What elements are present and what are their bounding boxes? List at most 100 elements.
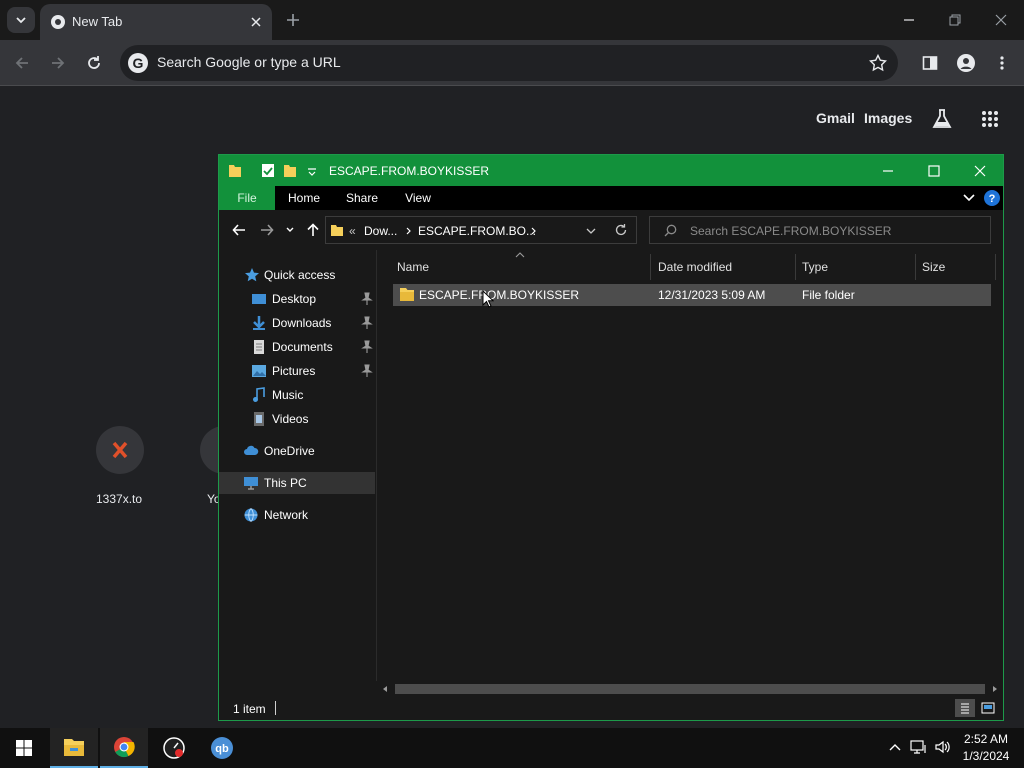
clock-time[interactable]: 2:52 AM <box>962 732 1010 746</box>
bookmark-star-button[interactable] <box>868 53 888 73</box>
large-icons-view-button[interactable] <box>978 699 998 717</box>
nav-quick-access[interactable]: Quick access <box>219 264 375 286</box>
images-link[interactable]: Images <box>864 110 912 126</box>
recent-locations-button[interactable] <box>283 220 297 240</box>
folder-icon <box>229 165 241 177</box>
column-header-name[interactable]: Name <box>397 260 429 274</box>
expand-ribbon-icon[interactable] <box>963 193 975 203</box>
properties-icon[interactable] <box>261 163 275 178</box>
explorer-forward-button[interactable] <box>257 220 277 240</box>
ribbon-tab-view[interactable]: View <box>393 186 443 210</box>
omnibox[interactable]: G Search Google or type a URL <box>120 45 898 81</box>
nav-videos[interactable]: Videos <box>219 408 375 430</box>
ribbon-tabs: File Home Share View ? <box>219 186 1003 210</box>
address-bar[interactable]: « Dow... ESCAPE.FROM.BO... <box>325 216 637 244</box>
omnibox-placeholder: Search Google or type a URL <box>157 54 341 70</box>
clock-date[interactable]: 1/3/2024 <box>962 749 1010 763</box>
address-overflow[interactable]: « <box>349 224 356 238</box>
chevron-down-icon[interactable] <box>586 227 596 235</box>
flask-icon <box>932 109 952 128</box>
arrow-up-icon <box>307 223 319 236</box>
star-icon <box>869 54 887 72</box>
refresh-icon[interactable] <box>614 223 628 237</box>
tab-close-button[interactable] <box>247 13 265 31</box>
column-divider[interactable] <box>650 254 651 280</box>
nav-network[interactable]: Network <box>219 504 375 526</box>
file-explorer-window: ESCAPE.FROM.BOYKISSER File Home Share Vi… <box>218 154 1004 721</box>
details-view-button[interactable] <box>955 699 975 717</box>
arrow-right-icon <box>261 224 274 236</box>
column-header-type[interactable]: Type <box>802 260 828 274</box>
explorer-maximize-button[interactable] <box>911 155 957 186</box>
column-divider[interactable] <box>995 254 996 280</box>
pictures-icon <box>252 365 266 377</box>
desktop-icon <box>252 294 266 304</box>
windows-logo-icon <box>16 740 32 756</box>
ribbon-tab-home[interactable]: Home <box>277 186 331 210</box>
column-divider[interactable] <box>915 254 916 280</box>
customize-toolbar-icon[interactable] <box>305 163 319 178</box>
column-header-size[interactable]: Size <box>922 260 945 274</box>
app-icon <box>163 737 185 759</box>
nav-music[interactable]: Music <box>219 384 375 406</box>
file-explorer-icon <box>64 739 84 756</box>
taskbar-chrome[interactable] <box>100 728 148 768</box>
scroll-left-icon[interactable] <box>381 685 389 693</box>
taskbar-app-3[interactable] <box>150 728 198 768</box>
explorer-minimize-button[interactable] <box>865 155 911 186</box>
arrow-right-icon <box>52 57 65 69</box>
start-button[interactable] <box>0 728 48 768</box>
tab-new-tab[interactable]: New Tab <box>40 4 272 40</box>
restore-button[interactable] <box>932 0 978 40</box>
reload-button[interactable] <box>80 49 108 77</box>
new-folder-icon[interactable] <box>283 163 297 178</box>
scrollbar-thumb[interactable] <box>395 684 985 694</box>
taskbar-file-explorer[interactable] <box>50 728 98 768</box>
file-list: Name Date modified Type Size ESCAPE.FROM… <box>377 250 1003 681</box>
video-icon <box>254 412 264 426</box>
large-icons-view-icon <box>981 702 995 714</box>
address-segment-downloads[interactable]: Dow... <box>364 224 397 238</box>
shortcut-1337x[interactable] <box>96 426 144 474</box>
labs-button[interactable] <box>928 105 956 133</box>
close-icon <box>974 165 986 176</box>
volume-button[interactable] <box>932 736 954 758</box>
more-vert-icon <box>1000 56 1004 70</box>
column-divider[interactable] <box>795 254 796 280</box>
status-bar: 1 item <box>219 697 1003 720</box>
maximize-icon <box>928 164 940 177</box>
nav-this-pc[interactable]: This PC <box>219 472 375 494</box>
minimize-button[interactable] <box>886 0 932 40</box>
nav-desktop[interactable]: Desktop <box>219 288 375 310</box>
nav-documents[interactable]: Documents <box>219 336 375 358</box>
back-button[interactable] <box>8 49 36 77</box>
new-tab-button[interactable] <box>282 9 304 31</box>
nav-label: Quick access <box>264 268 336 282</box>
column-header-date[interactable]: Date modified <box>658 260 732 274</box>
show-hidden-icons-button[interactable] <box>884 736 906 758</box>
explorer-close-button[interactable] <box>957 155 1003 186</box>
gmail-link[interactable]: Gmail <box>816 110 855 126</box>
profile-button[interactable] <box>952 49 980 77</box>
nav-downloads[interactable]: Downloads <box>219 312 375 334</box>
apps-button[interactable] <box>976 105 1004 133</box>
horizontal-scrollbar[interactable] <box>377 681 1003 697</box>
up-button[interactable] <box>303 220 323 240</box>
taskbar-qbittorrent[interactable]: qb <box>198 728 246 768</box>
explorer-search-box[interactable]: Search ESCAPE.FROM.BOYKISSER <box>649 216 991 244</box>
ribbon-tab-file[interactable]: File <box>219 186 275 210</box>
address-segment-current[interactable]: ESCAPE.FROM.BO... <box>418 224 536 238</box>
scroll-right-icon[interactable] <box>991 685 999 693</box>
side-panel-button[interactable] <box>916 49 944 77</box>
explorer-back-button[interactable] <box>229 220 249 240</box>
nav-pictures[interactable]: Pictures <box>219 360 375 382</box>
network-tray-button[interactable] <box>908 736 930 758</box>
ribbon-tab-share[interactable]: Share <box>335 186 389 210</box>
help-icon[interactable]: ? <box>984 190 1000 206</box>
chrome-menu-button[interactable] <box>988 49 1016 77</box>
nav-onedrive[interactable]: OneDrive <box>219 440 375 462</box>
forward-button[interactable] <box>44 49 72 77</box>
tab-search-button[interactable] <box>7 7 35 33</box>
side-panel-icon <box>922 56 938 70</box>
close-window-button[interactable] <box>978 0 1024 40</box>
